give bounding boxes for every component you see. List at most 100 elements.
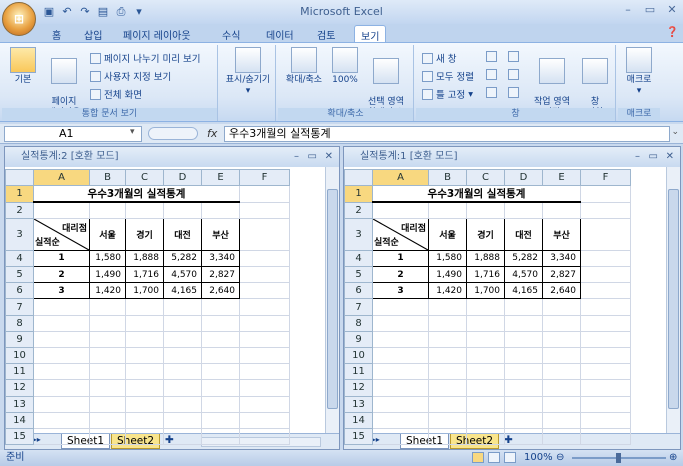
cell[interactable] (542, 395, 581, 413)
page-break-preview-button[interactable]: 페이지 나누기 미리 보기 (90, 51, 200, 65)
row-header[interactable]: 1 (344, 185, 373, 203)
row-header[interactable]: 11 (344, 363, 373, 381)
column-header[interactable]: D (504, 168, 543, 187)
row-header[interactable]: 9 (5, 330, 34, 349)
cell[interactable] (89, 314, 126, 332)
cell[interactable] (33, 427, 90, 446)
cell[interactable] (33, 395, 90, 413)
value-cell[interactable]: 2,827 (542, 266, 581, 284)
column-header[interactable]: F (580, 168, 631, 187)
cell[interactable] (466, 427, 505, 446)
rank-cell[interactable]: 3 (33, 282, 90, 300)
region-header-cell[interactable]: 부산 (201, 217, 240, 251)
cell[interactable] (201, 427, 240, 446)
print-icon[interactable]: ⎙ (114, 5, 128, 19)
cell[interactable] (125, 314, 164, 332)
formula-bar-handle[interactable] (148, 127, 198, 140)
cell[interactable] (466, 346, 505, 365)
cell[interactable] (239, 201, 290, 219)
cell[interactable] (542, 346, 581, 365)
cell[interactable] (542, 379, 581, 397)
cell[interactable] (542, 330, 581, 349)
cell[interactable] (89, 363, 126, 381)
chevron-down-icon[interactable]: ▾ (130, 127, 135, 137)
formula-input[interactable]: 우수3개월의 실적통계 (224, 126, 670, 142)
row-header[interactable]: 4 (344, 249, 373, 268)
row-header[interactable]: 8 (5, 314, 34, 332)
vertical-scrollbar[interactable] (666, 167, 680, 433)
zoom-in-icon[interactable]: ⊕ (669, 450, 677, 466)
cell[interactable] (201, 314, 240, 332)
rank-cell[interactable]: 1 (33, 249, 90, 268)
cell[interactable] (201, 298, 240, 316)
region-header-cell[interactable]: 경기 (125, 217, 164, 251)
cell[interactable] (201, 201, 240, 219)
cell[interactable] (89, 411, 126, 429)
cell[interactable] (542, 411, 581, 429)
customize-qat-icon[interactable]: ▾ (132, 5, 146, 19)
cell[interactable] (201, 346, 240, 365)
custom-views-button[interactable]: 사용자 지정 보기 (90, 69, 171, 83)
cell[interactable] (239, 282, 290, 300)
cell[interactable] (163, 346, 202, 365)
cell[interactable] (163, 427, 202, 446)
value-cell[interactable]: 2,640 (542, 282, 581, 300)
normal-view-icon[interactable] (472, 452, 484, 463)
spreadsheet-grid[interactable]: A B C D E F 1 우수3개월의 실적통계 2 3 대리점 실적순 서울 경기 대전 부산 4 1 1,58… (344, 168, 631, 446)
value-cell[interactable]: 1,716 (466, 266, 505, 284)
cell[interactable] (580, 346, 631, 365)
scroll-thumb[interactable] (327, 189, 338, 409)
cell[interactable] (466, 201, 505, 219)
cell[interactable] (428, 411, 467, 429)
value-cell[interactable]: 2,640 (201, 282, 240, 300)
value-cell[interactable]: 5,282 (163, 249, 202, 268)
value-cell[interactable]: 3,340 (542, 249, 581, 268)
row-header[interactable]: 3 (5, 217, 34, 251)
row-header[interactable]: 3 (344, 217, 373, 251)
row-header[interactable]: 5 (5, 266, 34, 284)
value-cell[interactable]: 1,700 (125, 282, 164, 300)
cell[interactable] (125, 201, 164, 219)
tab-home[interactable]: 홈 (52, 27, 61, 42)
cell[interactable] (504, 298, 543, 316)
row-header[interactable]: 11 (5, 363, 34, 381)
tab-insert[interactable]: 삽입 (84, 27, 102, 42)
cell[interactable] (201, 379, 240, 397)
column-header[interactable]: E (201, 168, 240, 187)
cell[interactable] (239, 217, 290, 251)
region-header-cell[interactable]: 대전 (163, 217, 202, 251)
undo-icon[interactable]: ↶ (60, 5, 74, 19)
cell[interactable] (542, 298, 581, 316)
page-break-icon[interactable] (504, 452, 516, 463)
region-header-cell[interactable]: 부산 (542, 217, 581, 251)
column-header[interactable]: C (466, 168, 505, 187)
normal-view-button[interactable]: 기본 (8, 47, 38, 86)
cell[interactable] (428, 427, 467, 446)
cell[interactable] (580, 395, 631, 413)
unhide-button[interactable] (486, 87, 497, 98)
minimize-icon[interactable]: – (621, 3, 635, 16)
vertical-scrollbar[interactable] (325, 167, 339, 433)
cell[interactable] (125, 330, 164, 349)
restore-icon[interactable]: ▭ (308, 147, 317, 167)
full-screen-button[interactable]: 전체 화면 (90, 87, 142, 101)
value-cell[interactable]: 1,888 (466, 249, 505, 268)
cell[interactable] (372, 411, 429, 429)
office-button[interactable]: ⊞ (2, 2, 36, 36)
cell[interactable] (580, 314, 631, 332)
cell[interactable] (125, 411, 164, 429)
cell[interactable] (466, 330, 505, 349)
zoom-button[interactable]: 확대/축소 (282, 47, 326, 86)
cell[interactable] (89, 379, 126, 397)
cell[interactable] (33, 379, 90, 397)
row-header[interactable]: 12 (5, 379, 34, 397)
cell[interactable] (33, 298, 90, 316)
value-cell[interactable]: 1,700 (466, 282, 505, 300)
cell[interactable] (163, 201, 202, 219)
restore-icon[interactable]: ▭ (649, 147, 658, 167)
cell[interactable] (580, 411, 631, 429)
cell[interactable] (239, 395, 290, 413)
rank-cell[interactable]: 1 (372, 249, 429, 268)
cell[interactable] (428, 201, 467, 219)
column-header[interactable]: B (428, 168, 467, 187)
